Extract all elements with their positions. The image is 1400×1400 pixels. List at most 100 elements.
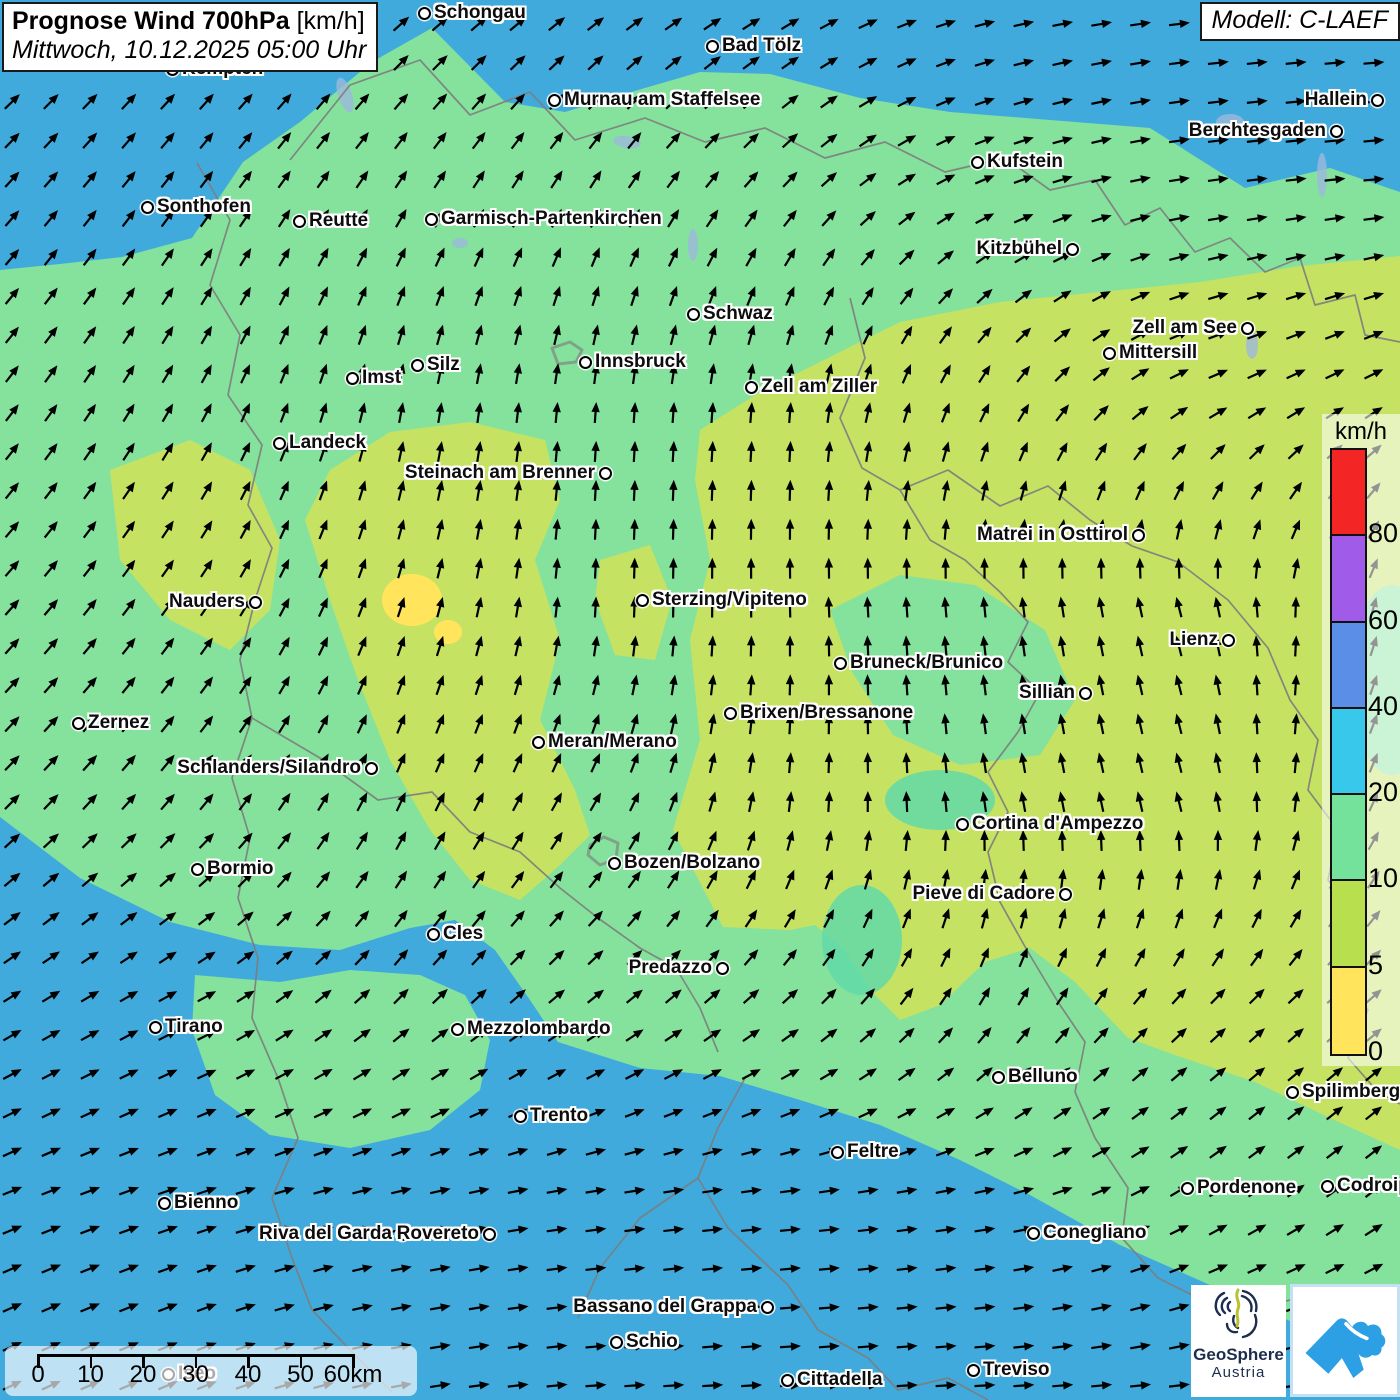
mountain-cloud-icon	[1293, 1287, 1397, 1394]
city-marker	[761, 1301, 774, 1314]
city-label: Sterzing/Vipiteno	[652, 587, 807, 613]
city-label: Mittersill	[1119, 340, 1197, 366]
city-label: Pordenone	[1197, 1175, 1296, 1201]
city-label: Sonthofen	[157, 194, 251, 220]
city-marker	[249, 596, 262, 609]
city-marker	[1066, 243, 1079, 256]
city-marker	[831, 1146, 844, 1159]
scale-tick-label: 60km	[313, 1361, 393, 1389]
city-label: Silz	[427, 352, 460, 378]
city-marker	[1321, 1180, 1334, 1193]
city-label: Zell am See	[1132, 315, 1237, 341]
city-marker	[365, 762, 378, 775]
city-label: Treviso	[983, 1357, 1050, 1383]
city-marker	[610, 1336, 623, 1349]
wind-speed-legend: km/h 806040201050	[1322, 414, 1400, 1066]
city-label: Feltre	[847, 1139, 899, 1165]
city-marker	[411, 359, 424, 372]
city-label: Cittadella	[797, 1367, 883, 1393]
city-marker	[425, 213, 438, 226]
city-marker	[971, 156, 984, 169]
legend-swatch-5	[1332, 881, 1365, 967]
city-label: Nauders	[169, 589, 245, 615]
city-marker	[483, 1228, 496, 1241]
geosphere-logo-subtext: Austria	[1191, 1364, 1286, 1381]
city-label: Bormio	[207, 856, 274, 882]
city-label: Landeck	[289, 430, 366, 456]
model-label: Modell: C-LAEF	[1212, 6, 1388, 34]
legend-tick-label: 60	[1368, 605, 1398, 636]
city-marker	[149, 1021, 162, 1034]
map-scale-bar: 0102030405060km	[5, 1346, 417, 1396]
city-marker	[1222, 634, 1235, 647]
city-marker	[72, 717, 85, 730]
city-marker	[781, 1374, 794, 1387]
city-label: Reutte	[309, 208, 368, 234]
legend-swatch-60	[1332, 536, 1365, 622]
city-label: Predazzo	[629, 955, 712, 981]
city-label: Mezzolombardo	[467, 1016, 611, 1042]
title-product: Prognose Wind 700hPa	[12, 7, 290, 35]
geosphere-contour-icon	[1207, 1285, 1271, 1343]
legend-tick-label: 80	[1368, 518, 1398, 549]
city-label: Cles	[443, 921, 483, 947]
city-marker	[706, 40, 719, 53]
legend-tick-label: 40	[1368, 691, 1398, 722]
city-marker	[967, 1364, 980, 1377]
city-marker	[599, 467, 612, 480]
city-marker	[1371, 94, 1384, 107]
city-label: Hallein	[1305, 87, 1367, 113]
city-marker	[1241, 322, 1254, 335]
city-label: Bassano del Grappa	[573, 1294, 757, 1320]
city-label: Berchtesgaden	[1189, 118, 1326, 144]
city-marker	[1027, 1227, 1040, 1240]
city-label: Lienz	[1169, 627, 1218, 653]
city-marker	[191, 863, 204, 876]
city-marker	[608, 857, 621, 870]
city-label: Riva del Garda	[259, 1221, 392, 1247]
city-marker	[956, 818, 969, 831]
city-marker	[158, 1197, 171, 1210]
partner-logo	[1290, 1284, 1400, 1397]
city-marker	[427, 928, 440, 941]
city-marker	[1059, 888, 1072, 901]
legend-tick-label: 5	[1368, 950, 1383, 981]
city-label: Schongau	[434, 0, 526, 26]
city-label: Zell am Ziller	[761, 374, 877, 400]
legend-swatch-20	[1332, 709, 1365, 795]
city-marker	[451, 1023, 464, 1036]
city-marker	[1181, 1182, 1194, 1195]
city-marker	[418, 7, 431, 20]
geosphere-logo-text: GeoSphere	[1191, 1346, 1286, 1364]
city-label: Bienno	[174, 1190, 238, 1216]
city-label: Bruneck/Brunico	[850, 650, 1003, 676]
city-label: Spilimbergo	[1302, 1079, 1400, 1105]
weather-map: SchongauBad TölzKemptenMurnau am Staffel…	[0, 0, 1400, 1400]
city-label: Matrei in Osttirol	[977, 522, 1128, 548]
city-marker	[548, 94, 561, 107]
legend-tick-label: 10	[1368, 863, 1398, 894]
city-marker	[514, 1110, 527, 1123]
city-label: Brixen/Bressanone	[740, 700, 913, 726]
city-marker	[141, 201, 154, 214]
model-box: Modell: C-LAEF	[1200, 2, 1400, 41]
title-unit: [km/h]	[290, 7, 365, 35]
city-marker	[992, 1071, 1005, 1084]
city-marker	[273, 437, 286, 450]
legend-tick-label: 0	[1368, 1036, 1383, 1067]
page-title: Prognose Wind 700hPa [km/h]	[12, 6, 366, 36]
city-marker	[834, 657, 847, 670]
legend-tick-label: 20	[1368, 777, 1398, 808]
city-label: Pieve di Cadore	[912, 881, 1055, 907]
mountain-cloud-shape	[1305, 1318, 1385, 1378]
legend-colorbar	[1330, 448, 1367, 1056]
city-label: Bozen/Bolzano	[624, 850, 760, 876]
city-label: Rovereto	[397, 1221, 479, 1247]
city-label: Meran/Merano	[548, 729, 677, 755]
city-marker	[745, 381, 758, 394]
city-label: Schio	[626, 1329, 678, 1355]
title-box: Prognose Wind 700hPa [km/h] Mittwoch, 10…	[2, 2, 378, 72]
city-label: Kufstein	[987, 149, 1063, 175]
legend-swatch-0	[1332, 968, 1365, 1054]
city-label: Schwaz	[703, 301, 773, 327]
